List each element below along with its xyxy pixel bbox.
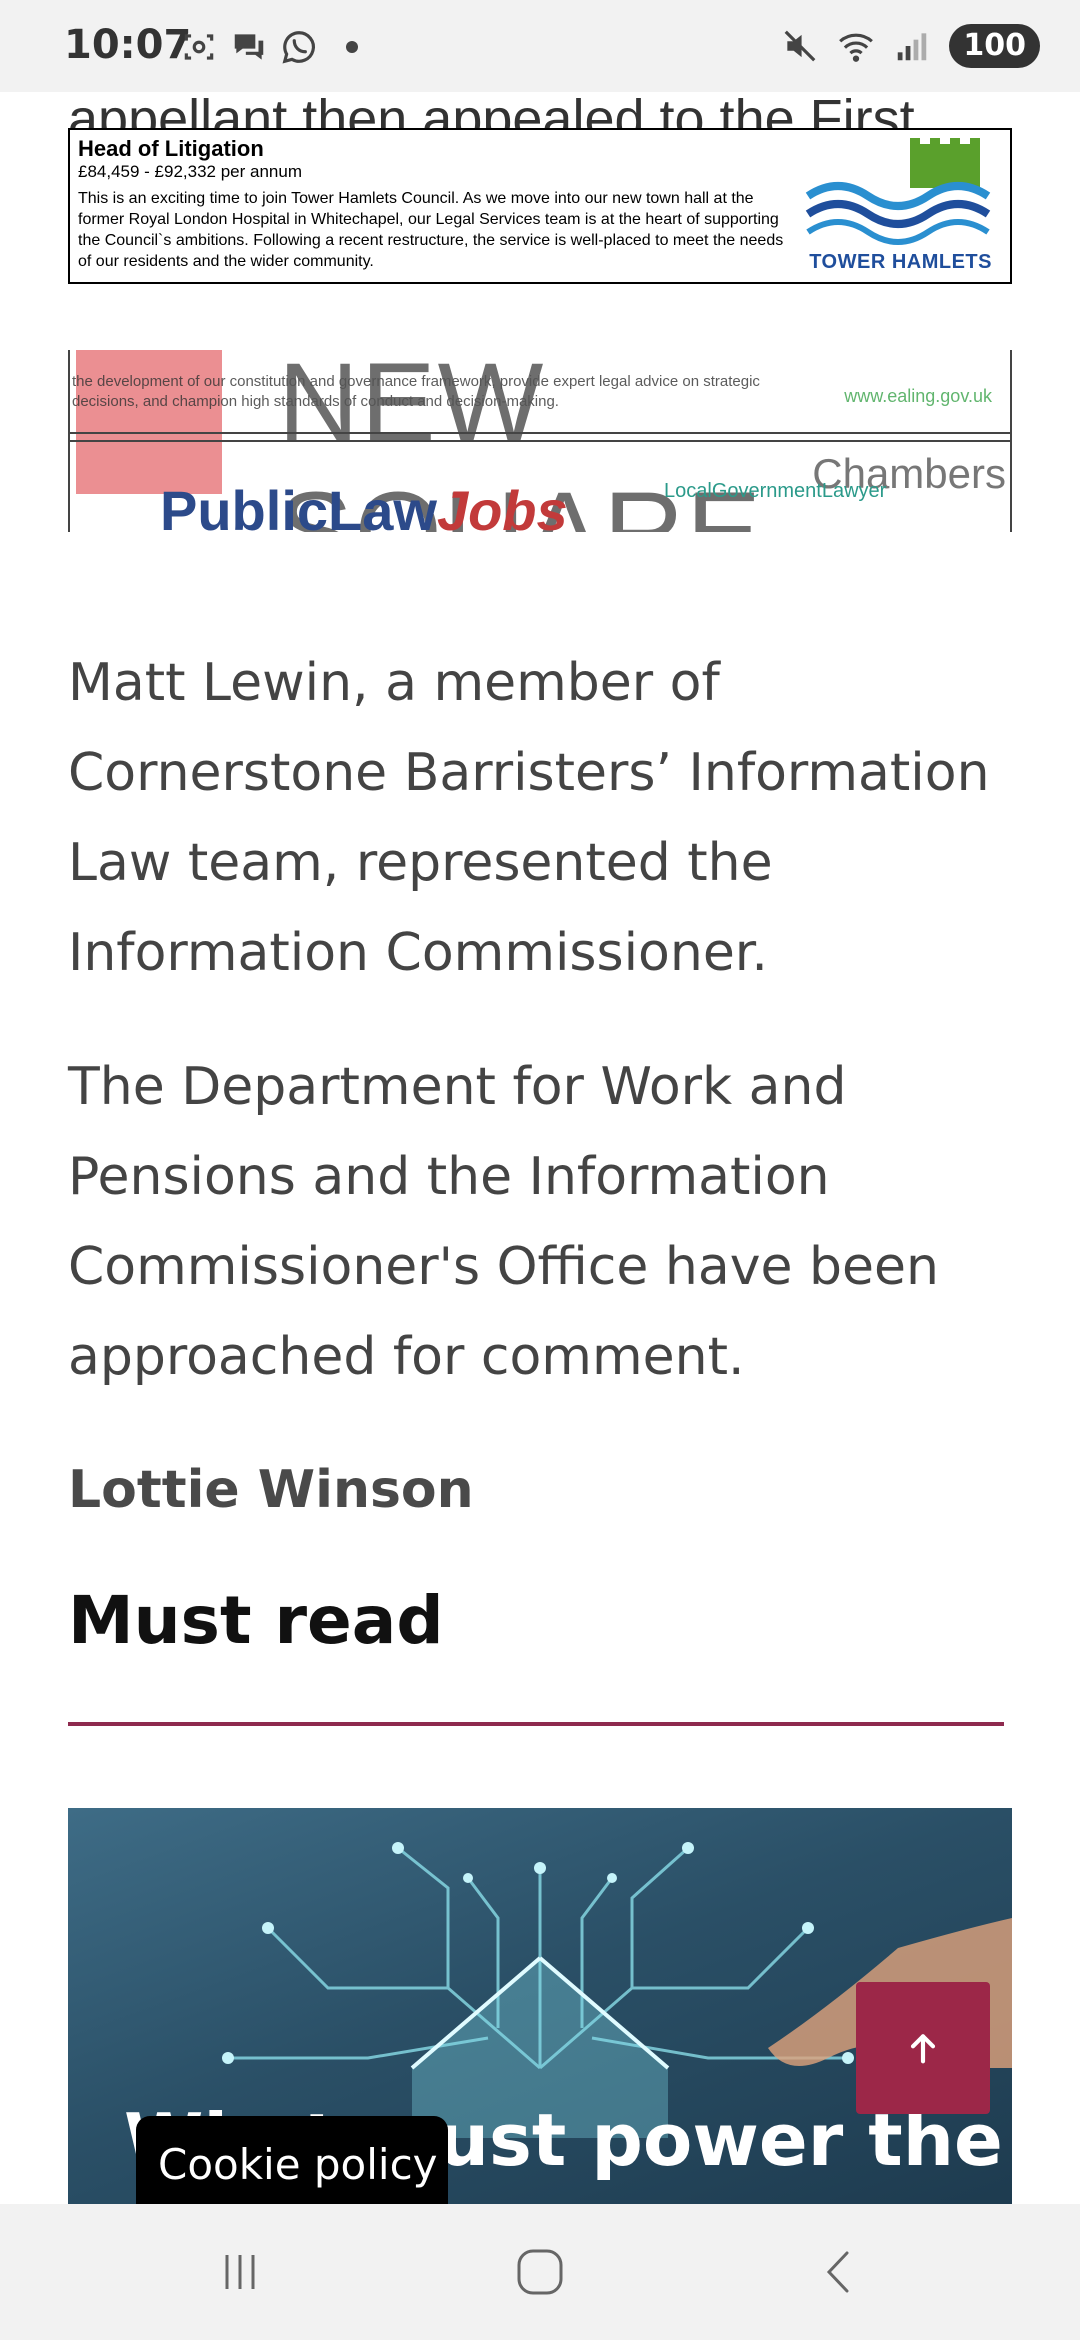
- tower-hamlets-logo-text: TOWER HAMLETS: [809, 251, 992, 273]
- home-icon: [517, 2249, 563, 2295]
- recents-button[interactable]: [200, 2240, 280, 2304]
- ad-banner-tower-hamlets[interactable]: Head of Litigation £84,459 - £92,332 per…: [68, 128, 1012, 284]
- article-paragraph: Matt Lewin, a member of Cornerstone Barr…: [68, 653, 990, 983]
- ad-salary: £84,459 - £92,332 per annum: [78, 162, 303, 181]
- ad-rule: [68, 432, 1012, 434]
- scroll-to-top-button[interactable]: [856, 1982, 990, 2114]
- recents-icon: [225, 2255, 255, 2289]
- status-bar: 10:07 100: [0, 0, 1080, 92]
- must-read-heading: Must read: [68, 1582, 444, 1659]
- ad-description: This is an exciting time to join Tower H…: [78, 190, 784, 270]
- notification-dot: [346, 41, 358, 53]
- plj-jobs-text: Jobs: [436, 479, 568, 532]
- screenshot-icon: [184, 34, 214, 60]
- status-icons-right: 100: [781, 24, 1040, 68]
- mute-icon: [785, 30, 816, 62]
- article-paragraph: The Department for Work and Pensions and…: [68, 1057, 939, 1387]
- status-icons-left: [180, 28, 358, 66]
- wifi-icon: [839, 33, 874, 62]
- section-divider: [68, 1722, 1004, 1726]
- back-button[interactable]: [800, 2240, 880, 2304]
- chat-icon: [234, 34, 264, 60]
- plj-main-text: PublicLaw: [160, 479, 437, 532]
- page-content[interactable]: appellant then appealed to the First Hea…: [0, 92, 1080, 2204]
- local-government-lawyer-logo: LocalGovernmentLawyer: [664, 480, 887, 502]
- ad-job-title: Head of Litigation: [78, 136, 264, 161]
- back-icon: [826, 2251, 849, 2293]
- arrow-up-icon: [910, 2034, 936, 2064]
- status-time: 10:07: [64, 22, 192, 68]
- whatsapp-icon: [282, 31, 315, 64]
- article-author: Lottie Winson: [68, 1460, 474, 1520]
- public-law-jobs-logo: PublicLawJobs: [160, 478, 568, 532]
- ad-border-right: [1010, 350, 1012, 532]
- system-nav-bar: [0, 2204, 1080, 2340]
- ad-rule: [68, 440, 1012, 442]
- ad-border-left: [68, 350, 70, 532]
- signal-icon: [898, 33, 927, 61]
- home-button[interactable]: [500, 2240, 580, 2304]
- cookie-policy-button[interactable]: Cookie policy: [136, 2116, 448, 2208]
- battery-indicator: 100: [949, 24, 1040, 68]
- ad-banner-stack[interactable]: the development of our constitution and …: [68, 350, 1012, 532]
